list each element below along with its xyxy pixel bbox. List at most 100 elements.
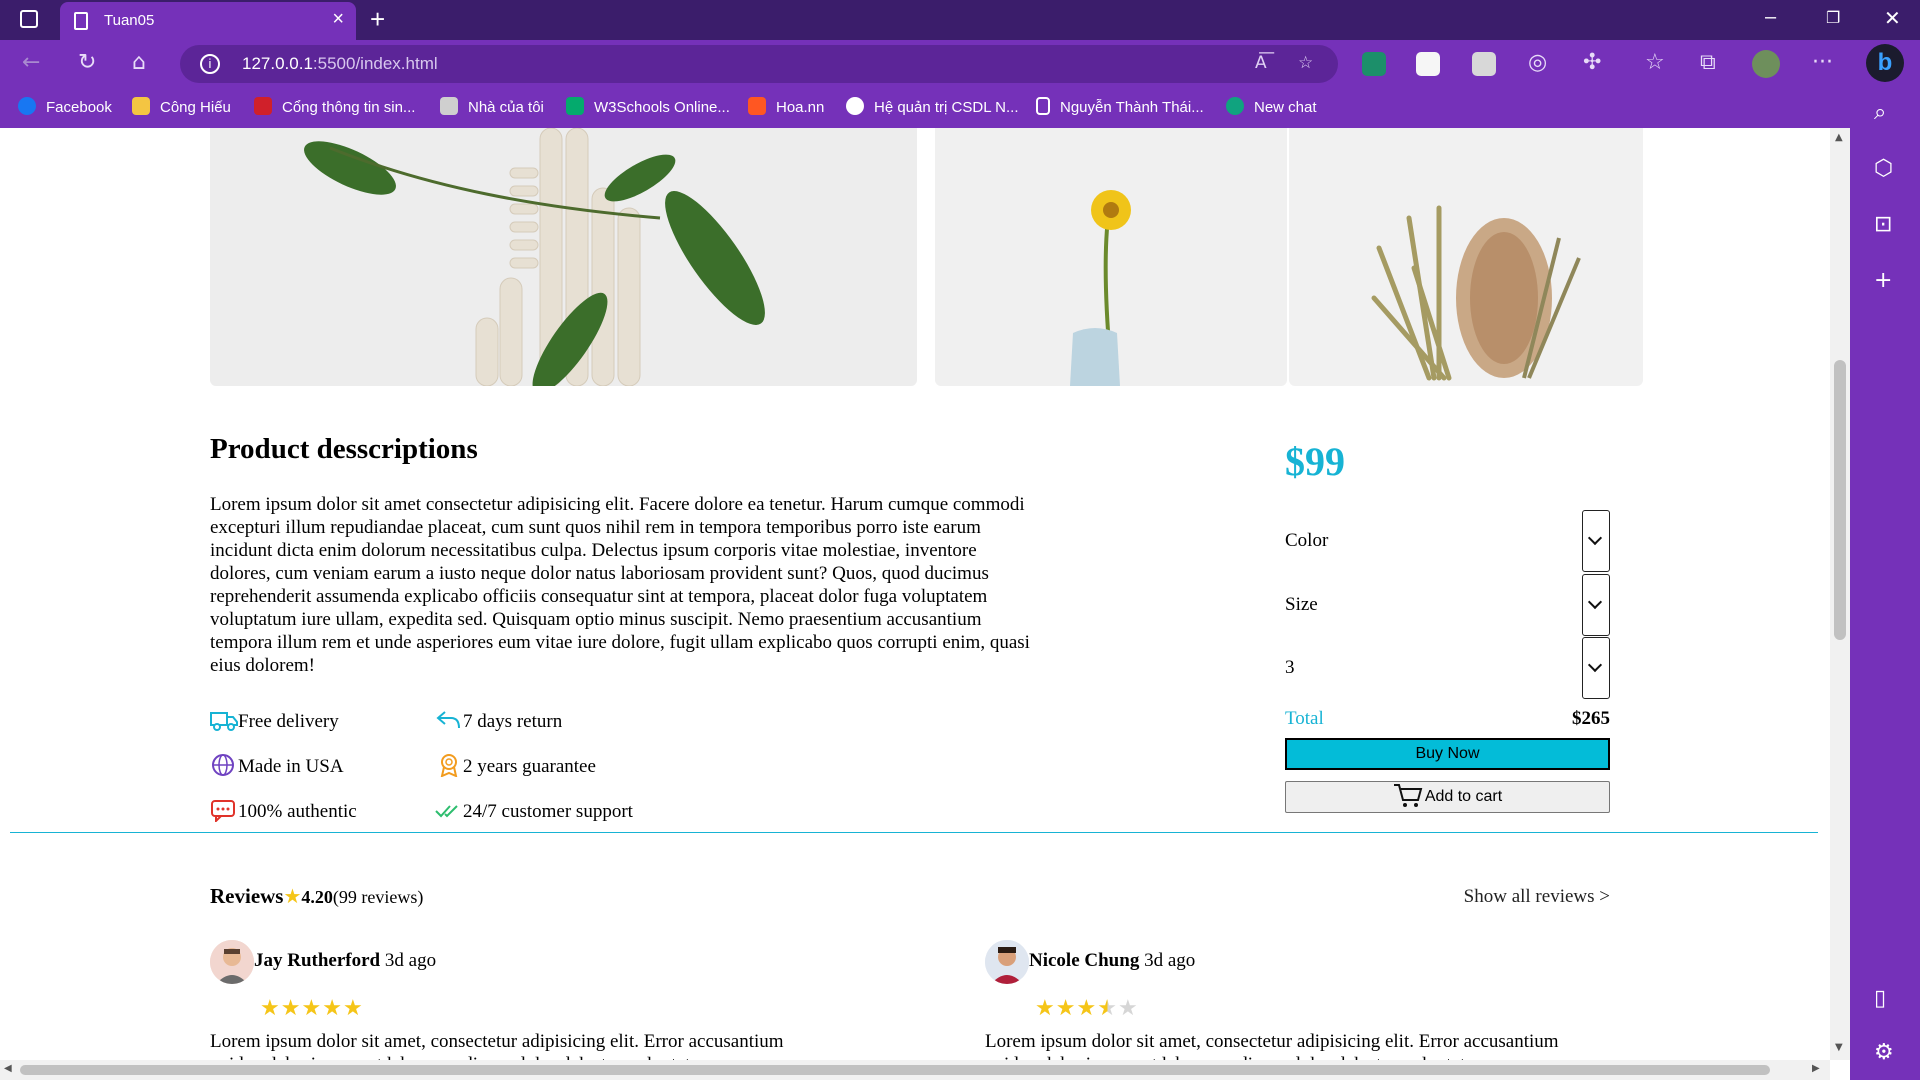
outlook-icon[interactable]: ⊡ <box>1874 212 1892 237</box>
reviewer-name: Nicole Chung 3d ago <box>1029 950 1195 972</box>
product-price: $99 <box>1285 439 1345 484</box>
star-icon: ★ <box>1035 996 1056 1021</box>
compass-icon[interactable]: ◎ <box>1528 50 1547 75</box>
facebook-icon <box>18 97 36 115</box>
bing-copilot-icon[interactable]: b <box>1866 44 1904 82</box>
add-favorite-icon[interactable]: ☆ <box>1298 53 1313 73</box>
wordpress-icon <box>846 97 864 115</box>
extension-1-icon[interactable] <box>1362 52 1386 76</box>
feature-label: 7 days return <box>463 711 563 732</box>
minimize-icon[interactable]: – <box>1765 6 1776 29</box>
bookmark-portal[interactable]: Cổng thông tin sin... <box>254 97 415 119</box>
new-tab-button[interactable]: + <box>370 4 385 35</box>
feature-100-authentic: 100% authentic <box>210 798 357 823</box>
scroll-up-icon[interactable]: ▲ <box>1835 132 1843 143</box>
settings-gear-icon[interactable]: ⚙ <box>1874 1040 1894 1065</box>
scroll-left-icon[interactable]: ◀ <box>4 1063 12 1074</box>
scroll-down-icon[interactable]: ▼ <box>1835 1042 1843 1053</box>
page-icon <box>74 12 88 30</box>
reviewer-name-text: Jay Rutherford <box>254 950 381 971</box>
read-aloud-icon[interactable]: A͞ <box>1255 53 1267 73</box>
size-dropdown-button[interactable] <box>1582 574 1610 636</box>
address-bar[interactable]: i 127.0.0.1:5500/index.html A͞ ☆ <box>180 45 1338 83</box>
cart-icon <box>1393 784 1423 807</box>
browser-tab-bar: Tuan05 × + – ❐ ✕ <box>0 0 1920 40</box>
browser-toolbar: ← ↻ ⌂ i 127.0.0.1:5500/index.html A͞ ☆ ◎… <box>0 40 1920 88</box>
collections-icon[interactable]: ⧉ <box>1700 50 1716 75</box>
truck-icon <box>210 712 238 731</box>
vertical-scrollbar[interactable]: ▲ ▼ <box>1830 128 1850 1060</box>
show-all-reviews-link[interactable]: Show all reviews > <box>1452 886 1610 908</box>
reviewer-name-text: Nicole Chung <box>1029 950 1140 971</box>
reviews-count: (99 reviews) <box>332 887 424 907</box>
quantity-select[interactable]: 3 <box>1285 637 1610 701</box>
star-icon: ★ <box>1076 996 1098 1021</box>
bookmark-cong-hieu[interactable]: Công Hiếu <box>132 97 231 119</box>
horizontal-scroll-thumb[interactable] <box>20 1065 1770 1075</box>
bookmark-csdl[interactable]: Hệ quản trị CSDL N... <box>846 97 1019 119</box>
back-icon[interactable]: ← <box>22 50 40 75</box>
extension-3-icon[interactable] <box>1472 52 1496 76</box>
star-icon: ★ <box>283 884 302 908</box>
favorites-icon[interactable]: ☆ <box>1645 50 1665 75</box>
site-info-icon[interactable]: i <box>200 54 220 74</box>
url-path: :5500/index.html <box>312 54 438 73</box>
bookmark-label: W3Schools Online... <box>594 99 730 116</box>
url-text: 127.0.0.1:5500/index.html <box>242 54 438 74</box>
bookmark-facebook[interactable]: Facebook <box>18 97 112 119</box>
reviews-header: Reviews★4.20(99 reviews) <box>210 884 423 909</box>
extension-2-icon[interactable] <box>1416 52 1440 76</box>
total-value: $265 <box>1572 708 1610 729</box>
close-window-icon[interactable]: ✕ <box>1884 6 1901 31</box>
bookmark-label: Nguyễn Thành Thái... <box>1060 99 1204 116</box>
home-icon[interactable]: ⌂ <box>132 50 146 75</box>
product-image-banksia <box>1289 128 1643 386</box>
bookmark-new-chat[interactable]: New chat <box>1226 97 1317 119</box>
search-icon[interactable]: ⌕ <box>1874 100 1886 125</box>
color-select[interactable]: Color <box>1285 510 1610 574</box>
quantity-value: 3 <box>1285 657 1295 678</box>
chevron-down-icon <box>1587 657 1603 673</box>
bookmark-w3schools[interactable]: W3Schools Online... <box>566 97 730 119</box>
scroll-right-icon[interactable]: ▶ <box>1812 1063 1820 1074</box>
bookmark-nha-cua-toi[interactable]: Nhà của tôi <box>440 97 544 119</box>
horizontal-scrollbar[interactable]: ◀ ▶ <box>0 1060 1830 1080</box>
add-sidebar-app-icon[interactable]: + <box>1874 268 1892 293</box>
bookmark-label: New chat <box>1254 99 1317 116</box>
bookmark-nguyen-thanh-thai[interactable]: Nguyễn Thành Thái... <box>1036 97 1204 119</box>
bookmark-label: Facebook <box>46 99 112 116</box>
bookmark-hoa-nn[interactable]: Hoa.nn <box>748 97 824 119</box>
feature-7-days-return: 7 days return <box>435 708 562 733</box>
color-dropdown-button[interactable] <box>1582 510 1610 572</box>
home-site-icon <box>440 97 458 115</box>
vertical-scroll-thumb[interactable] <box>1834 360 1846 640</box>
reviewer-name: Jay Rutherford 3d ago <box>254 950 436 972</box>
page-content: Product desscriptions Lorem ipsum dolor … <box>0 128 1830 1060</box>
empty-star-icon: ★ <box>1117 996 1139 1021</box>
buy-now-button[interactable]: Buy Now <box>1285 738 1610 770</box>
bookmark-label: Cổng thông tin sin... <box>282 99 416 116</box>
active-tab[interactable]: Tuan05 × <box>60 2 356 40</box>
close-tab-icon[interactable]: × <box>332 8 344 31</box>
folder-icon <box>132 97 150 115</box>
section-divider <box>10 832 1818 833</box>
tab-actions-icon[interactable] <box>20 10 38 28</box>
star-icon: ★ <box>301 996 323 1021</box>
add-to-cart-button[interactable]: Add to cart <box>1285 781 1610 813</box>
avatar <box>985 940 1029 984</box>
hide-sidebar-icon[interactable]: ▯ <box>1874 986 1886 1011</box>
shopping-icon[interactable]: ⬡ <box>1874 156 1893 181</box>
restore-icon[interactable]: ❐ <box>1826 8 1840 28</box>
size-select[interactable]: Size <box>1285 574 1610 638</box>
size-select-label: Size <box>1285 594 1318 615</box>
quantity-dropdown-button[interactable] <box>1582 637 1610 699</box>
more-menu-icon[interactable]: ··· <box>1812 50 1833 75</box>
star-icon: ★ <box>322 996 343 1021</box>
refresh-icon[interactable]: ↻ <box>78 50 96 75</box>
extensions-icon[interactable]: ✣ <box>1583 50 1601 75</box>
feature-label: Free delivery <box>238 711 339 732</box>
review-stars: ★★★★★ <box>260 996 364 1021</box>
total-label: Total <box>1285 708 1324 729</box>
profile-avatar[interactable] <box>1752 50 1780 78</box>
star-icon: ★ <box>280 996 302 1021</box>
